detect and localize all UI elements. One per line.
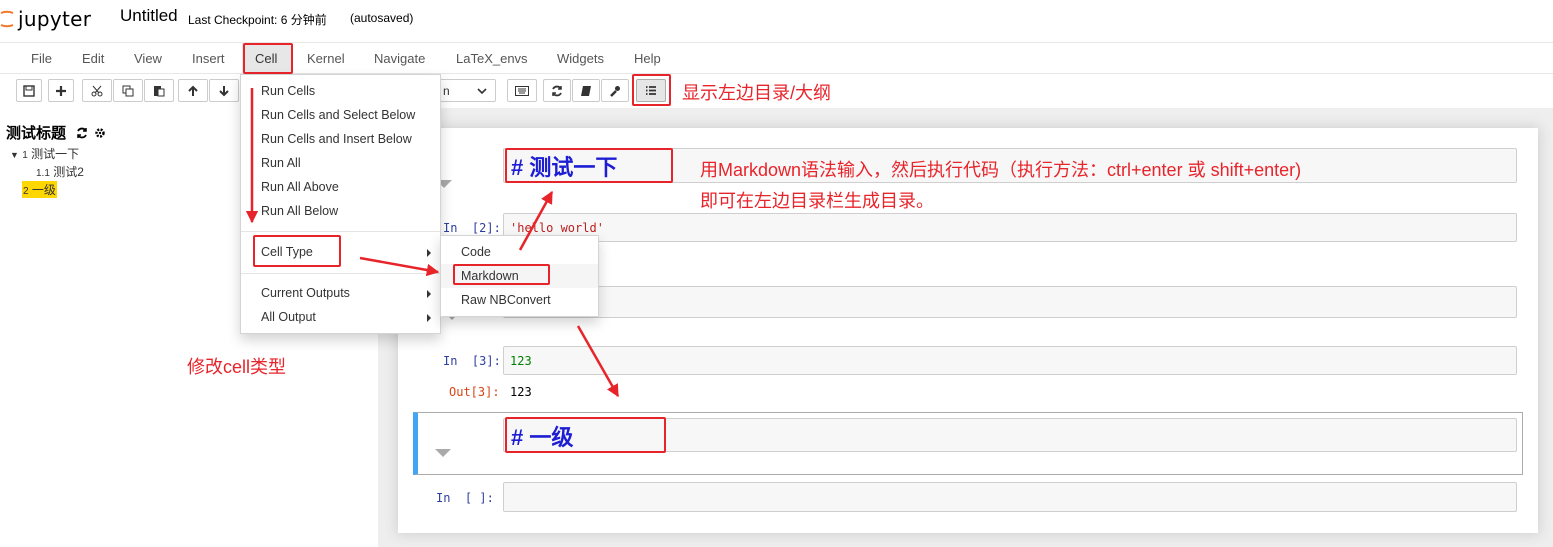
annotation-arrows xyxy=(245,88,620,398)
arrow-to-heading-2 xyxy=(576,325,620,398)
arrow-markdown-to-heading xyxy=(518,190,554,251)
arrow-celltype-to-markdown xyxy=(359,256,440,277)
